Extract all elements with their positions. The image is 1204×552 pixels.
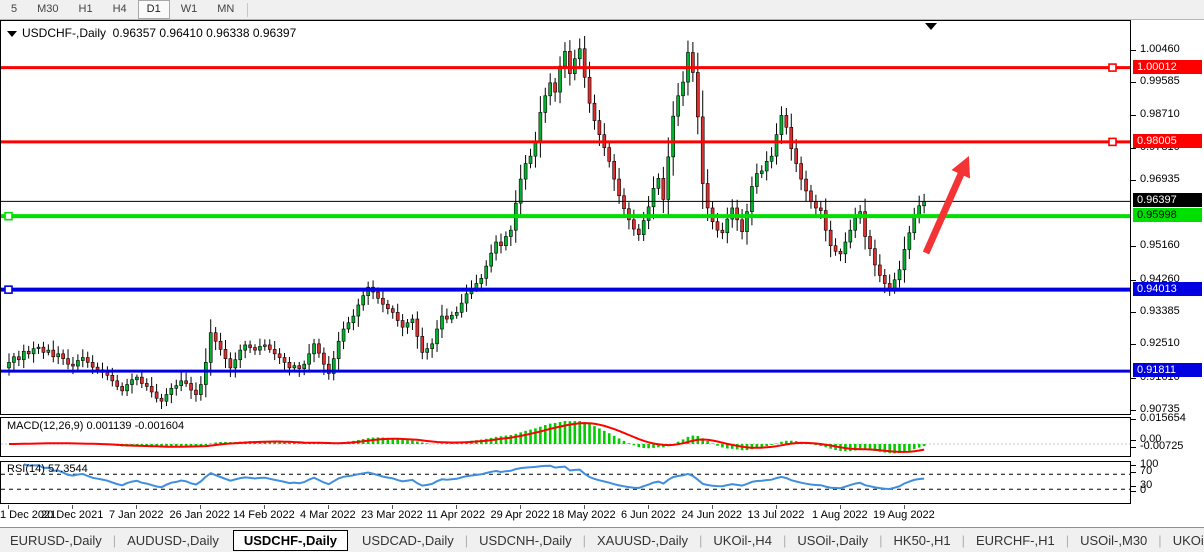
timeframe-button-h4[interactable]: H4	[104, 0, 136, 19]
symbol-tab-audusddaily[interactable]: AUDUSD-,Daily	[117, 531, 229, 550]
ohlc-close: 0.96397	[253, 26, 296, 40]
price-badge-0.98005: 0.98005	[1133, 134, 1202, 148]
price-badge-1.00012: 1.00012	[1133, 60, 1202, 74]
tick-mark	[1131, 148, 1136, 149]
symbol-tab-bar: EURUSD-,Daily|AUDUSD-,DailyUSDCHF-,Daily…	[0, 527, 1204, 552]
price-badge-0.94013: 0.94013	[1133, 282, 1202, 296]
price-tick-1.00460: 1.00460	[1140, 43, 1180, 55]
date-label: 1 Aug 2022	[812, 509, 868, 521]
timeframe-button-m30[interactable]: M30	[28, 0, 67, 19]
tick-mark	[1131, 378, 1136, 379]
candlestick-series	[8, 36, 926, 409]
ohlc-open: 0.96357	[113, 26, 156, 40]
tick-mark	[1131, 419, 1136, 420]
price-tick-0.98710: 0.98710	[1140, 108, 1180, 120]
chart-symbol-period: USDCHF-,Daily	[22, 26, 106, 40]
date-label: 26 Jan 2022	[170, 509, 231, 521]
price-badge-0.96397: 0.96397	[1133, 193, 1202, 207]
tick-mark	[1131, 115, 1136, 116]
price-tick-0.95160: 0.95160	[1140, 239, 1180, 251]
tick-mark	[1131, 280, 1136, 281]
date-label: 11 Apr 2022	[427, 509, 486, 521]
macd-indicator-panel[interactable]: MACD(12,26,9) 0.001139 -0.001604	[0, 417, 1131, 457]
symbol-tab-usdcaddaily[interactable]: USDCAD-,Daily	[352, 531, 464, 550]
timeframe-toolbar: 5M30H1H4D1W1MN	[0, 0, 1204, 20]
tick-mark	[1131, 180, 1136, 181]
tick-mark	[1131, 486, 1136, 487]
date-label: 6 Jun 2022	[621, 509, 675, 521]
tick-mark	[1131, 50, 1136, 51]
date-label: 19 Aug 2022	[873, 509, 935, 521]
date-label: 24 Jun 2022	[682, 509, 743, 521]
tick-mark	[1131, 440, 1136, 441]
toolbar-separator	[247, 3, 248, 17]
date-label: 4 Mar 2022	[300, 509, 356, 521]
ohlc-high: 0.96410	[159, 26, 202, 40]
rsi-indicator-panel[interactable]: RSI(14) 57.3544	[0, 461, 1131, 504]
macd-label: MACD(12,26,9) 0.001139 -0.001604	[7, 420, 184, 432]
symbol-tab-hk50h1[interactable]: HK50-,H1	[884, 531, 961, 550]
price-badge-0.91811: 0.91811	[1133, 363, 1202, 377]
rsi-line	[24, 464, 924, 489]
price-tick-0.92510: 0.92510	[1140, 337, 1180, 349]
timeframe-button-mn[interactable]: MN	[208, 0, 243, 19]
date-label: 7 Jan 2022	[109, 509, 163, 521]
date-label: 23 Mar 2022	[361, 509, 423, 521]
symbol-tab-usdcnhdaily[interactable]: USDCNH-,Daily	[469, 531, 581, 550]
tick-mark	[1131, 447, 1136, 448]
symbol-tab-usoilm30[interactable]: USOil-,M30	[1070, 531, 1157, 550]
rsi-axis-0: 0	[1140, 484, 1146, 496]
price-chart-panel[interactable]	[0, 20, 1131, 415]
timeframe-button-w1[interactable]: W1	[172, 0, 207, 19]
price-axis[interactable]: 1.004600.995850.987100.978100.969350.951…	[1131, 20, 1204, 504]
ohlc-low: 0.96338	[206, 26, 249, 40]
timeframe-button-h1[interactable]: H1	[70, 0, 102, 19]
rsi-axis-70: 70	[1140, 465, 1152, 477]
candlestick-chart	[1, 21, 1130, 414]
symbol-tab-ukoilh4[interactable]: UKOil-,H4	[703, 531, 782, 550]
price-tick-0.96935: 0.96935	[1140, 173, 1180, 185]
symbol-tab-usoildaily[interactable]: USOil-,Daily	[787, 531, 878, 550]
macd-axis-max: 0.015654	[1140, 412, 1186, 424]
date-axis[interactable]: 1 Dec 202120 Dec 20217 Jan 202226 Jan 20…	[0, 505, 1131, 527]
chart-top-marker-icon	[925, 23, 937, 30]
tick-mark	[1131, 465, 1136, 466]
tick-mark	[1131, 472, 1136, 473]
timeframe-button-d1[interactable]: D1	[138, 0, 170, 19]
timeframe-button-5[interactable]: 5	[2, 0, 26, 19]
chart-dropdown-icon[interactable]	[7, 31, 17, 37]
price-tick-0.99585: 0.99585	[1140, 75, 1180, 87]
rsi-chart	[1, 462, 1130, 503]
price-tick-0.93385: 0.93385	[1140, 305, 1180, 317]
tick-mark	[1131, 312, 1136, 313]
horizontal-level-lines[interactable]	[1, 64, 1130, 371]
symbol-tab-eurchfh1[interactable]: EURCHF-,H1	[966, 531, 1065, 550]
date-label: 29 Apr 2022	[491, 509, 550, 521]
symbol-tab-usdchfdaily[interactable]: USDCHF-,Daily	[233, 530, 348, 551]
symbol-tab-xauusddaily[interactable]: XAUUSD-,Daily	[587, 531, 698, 550]
chart-title: USDCHF-,Daily 0.96357 0.96410 0.96338 0.…	[7, 26, 296, 40]
trading-terminal-window: 5M30H1H4D1W1MN USDCHF-,Daily 0.96357 0.9…	[0, 0, 1204, 552]
trend-arrow-annotation[interactable]	[926, 156, 970, 253]
symbol-tab-ukoilh1[interactable]: UKOil-,H1	[1163, 531, 1204, 550]
tick-mark	[1131, 82, 1136, 83]
date-label: 14 Feb 2022	[233, 509, 295, 521]
macd-axis-min: -0.00725	[1140, 440, 1183, 452]
tick-mark	[1131, 246, 1136, 247]
rsi-label: RSI(14) 57.3544	[7, 463, 88, 475]
tick-mark	[1131, 491, 1136, 492]
date-label: 18 May 2022	[552, 509, 616, 521]
symbol-tab-eurusddaily[interactable]: EURUSD-,Daily	[0, 531, 112, 550]
price-badge-0.95998: 0.95998	[1133, 208, 1202, 222]
tick-mark	[1131, 410, 1136, 411]
tick-mark	[1131, 344, 1136, 345]
date-label: 13 Jul 2022	[748, 509, 805, 521]
date-label: 20 Dec 2021	[41, 509, 103, 521]
